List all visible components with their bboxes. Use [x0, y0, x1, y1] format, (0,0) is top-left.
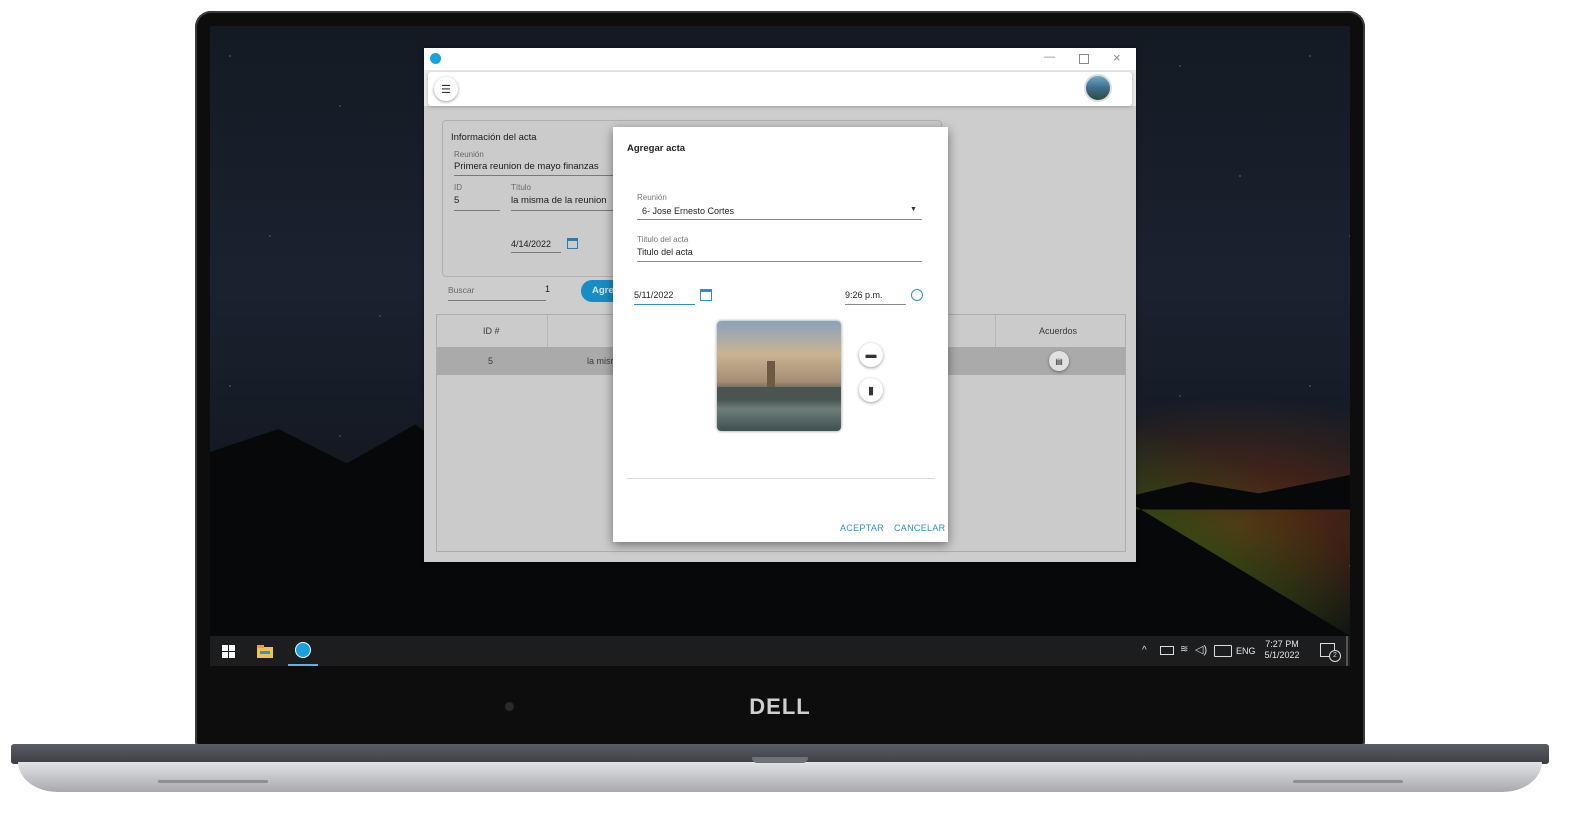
photo-bridge — [717, 387, 841, 399]
trash-icon[interactable]: ▮ — [859, 378, 883, 402]
clock[interactable]: 7:27 PM 5/1/2022 — [1262, 639, 1302, 661]
dialog-time-input[interactable]: 9:26 p.m. — [845, 290, 906, 305]
acta-photo — [717, 321, 841, 431]
folder-icon[interactable]: ▬ — [859, 343, 883, 367]
app-toolbar: ☰ — [428, 72, 1132, 106]
notification-count: 2 — [1329, 650, 1341, 662]
cancel-button[interactable]: CANCELAR — [894, 523, 945, 533]
agregar-acta-dialog: Agregar acta Reunión 6- Jose Ernesto Cor… — [613, 127, 948, 542]
hamburger-menu-icon[interactable]: ☰ — [434, 77, 458, 101]
close-icon[interactable]: × — [1113, 50, 1121, 65]
dell-logo: DELL — [749, 694, 811, 719]
file-explorer-icon[interactable] — [250, 636, 280, 666]
titulo-acta-input[interactable]: Titulo del acta — [637, 247, 922, 262]
show-desktop-button[interactable] — [1346, 636, 1348, 666]
reunion-select[interactable]: 6- Jose Ernesto Cortes ▼ — [637, 203, 922, 220]
webcam — [505, 702, 514, 711]
dialog-calendar-icon[interactable] — [700, 289, 712, 301]
language-indicator[interactable]: ENG — [1236, 646, 1256, 657]
laptop-notch — [752, 757, 808, 763]
dialog-title: Agregar acta — [627, 143, 686, 154]
app-logo-icon — [430, 53, 441, 64]
dialog-reunion-label: Reunión — [637, 193, 667, 202]
keyboard-icon[interactable] — [1214, 645, 1232, 657]
windows-start-icon[interactable] — [213, 636, 243, 666]
notification-icon[interactable]: 2 — [1320, 643, 1341, 662]
dialog-divider — [627, 478, 935, 479]
laptop-base — [18, 762, 1542, 792]
dialog-titulo-label: Tiitulo del acta — [637, 235, 689, 244]
clock-date: 5/1/2022 — [1264, 650, 1300, 660]
accept-button[interactable]: ACEPTAR — [840, 523, 884, 533]
wifi-icon[interactable]: ≋ — [1180, 644, 1188, 655]
chevron-down-icon: ▼ — [910, 206, 917, 213]
laptop-foot-left — [158, 780, 268, 783]
clock-icon[interactable] — [911, 289, 923, 301]
user-avatar[interactable] — [1084, 74, 1112, 102]
window-titlebar: — × — [424, 48, 1136, 70]
chevron-up-icon[interactable]: ^ — [1142, 645, 1147, 656]
volume-icon[interactable]: ◁) — [1195, 643, 1207, 656]
minimize-icon[interactable]: — — [1044, 51, 1055, 63]
clock-time: 7:27 PM — [1265, 639, 1299, 649]
reunion-select-value: 6- Jose Ernesto Cortes — [642, 206, 735, 216]
taskbar: ^ ≋ ◁) ENG 7:27 PM 5/1/2022 2 — [210, 636, 1350, 666]
battery-icon[interactable] — [1160, 646, 1174, 655]
laptop-foot-right — [1293, 780, 1403, 783]
app-taskbar-icon[interactable] — [288, 636, 318, 666]
dialog-date-input[interactable]: 5/11/2022 — [634, 290, 695, 305]
maximize-icon[interactable] — [1079, 54, 1089, 64]
